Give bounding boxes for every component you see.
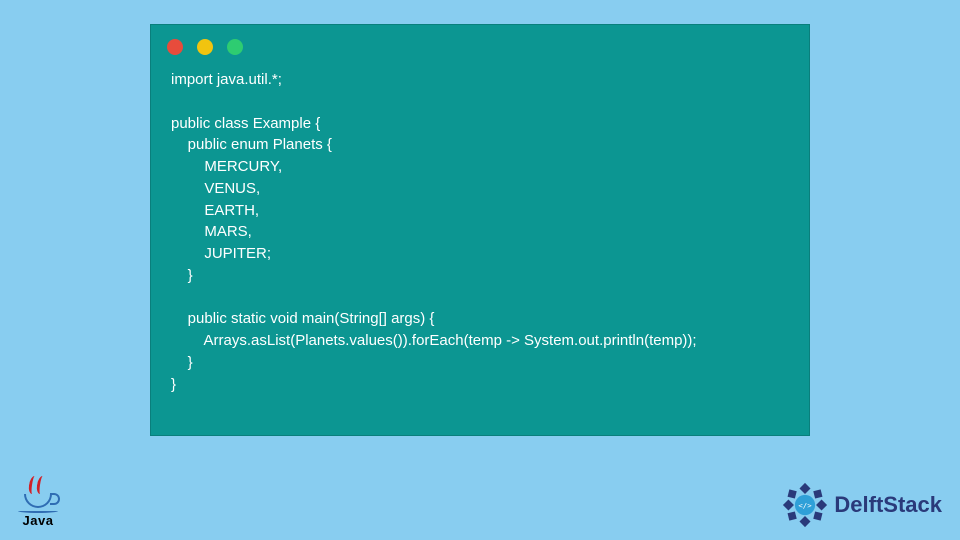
- code-block: import java.util.*; public class Example…: [151, 65, 809, 411]
- code-window: import java.util.*; public class Example…: [150, 24, 810, 436]
- brand-text: DelftStack: [834, 492, 942, 518]
- window-traffic-lights: [151, 25, 809, 65]
- minimize-icon: [197, 39, 213, 55]
- gear-icon: </>: [782, 482, 828, 528]
- java-label: Java: [23, 513, 54, 528]
- svg-text:</>: </>: [799, 501, 813, 510]
- maximize-icon: [227, 39, 243, 55]
- footer: Java </> DelftStack: [0, 476, 960, 534]
- delftstack-logo: </> DelftStack: [782, 482, 942, 528]
- java-logo: Java: [18, 476, 58, 528]
- java-cup-icon: [24, 494, 52, 508]
- java-steam-icon: [27, 476, 49, 496]
- close-icon: [167, 39, 183, 55]
